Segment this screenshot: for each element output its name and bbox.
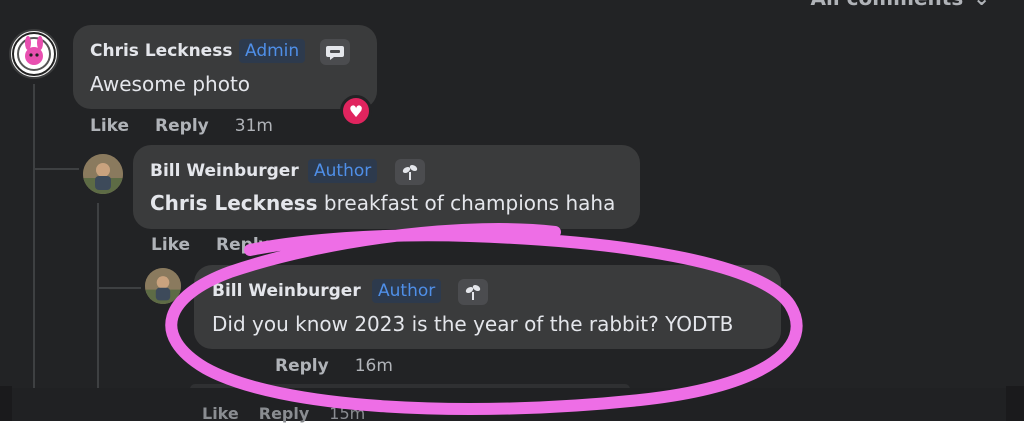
comment-timestamp[interactable]: 30m: [296, 235, 334, 255]
like-button[interactable]: Like: [90, 116, 129, 136]
frame-edge: [0, 386, 12, 421]
like-button[interactable]: Like: [202, 404, 239, 423]
comment-text: Did you know 2023 is the year of the rab…: [212, 312, 734, 336]
comment-bubble: Bill Weinburger Author Did you know 2023…: [194, 265, 781, 349]
comment-author-name[interactable]: Chris Leckness: [90, 41, 232, 61]
avatar[interactable]: [9, 29, 59, 79]
chevron-down-icon: ⌄: [973, 0, 990, 10]
comment-actions: Reply 16m: [275, 356, 393, 376]
rabbit-avatar-icon: [12, 32, 56, 76]
admin-badge: Admin: [239, 39, 306, 63]
comment-author-name[interactable]: Bill Weinburger: [150, 161, 299, 181]
author-badge: Author: [372, 279, 442, 303]
comment-sort-dropdown[interactable]: All comments ⌄: [811, 0, 990, 10]
user-photo-icon: [83, 154, 123, 194]
chat-bubble-icon: [320, 39, 350, 65]
comment-timestamp[interactable]: 15m: [329, 404, 365, 423]
reply-button[interactable]: Reply: [216, 235, 270, 255]
author-badge: Author: [308, 159, 378, 183]
comment-text: Chris Leckness breakfast of champions ha…: [150, 191, 615, 215]
comment-body: breakfast of champions haha: [317, 191, 616, 215]
avatar[interactable]: [145, 268, 181, 304]
reply-button[interactable]: Reply: [275, 356, 329, 376]
comment-actions: Like Reply 31m: [90, 116, 273, 136]
cropped-comment-row: Like Reply 15m: [12, 388, 1006, 423]
comment-text: Awesome photo: [90, 72, 251, 96]
comment-bubble: Chris Leckness Admin Awesome photo: [73, 25, 377, 109]
mention-link[interactable]: Chris Leckness: [150, 191, 318, 215]
thread-connector: [97, 287, 141, 289]
comment-timestamp[interactable]: 16m: [355, 356, 393, 376]
avatar[interactable]: [83, 154, 123, 194]
comment-thread-screen: All comments ⌄ Chris Leckness Admin Awes…: [0, 0, 1024, 388]
thread-line: [33, 84, 35, 388]
reply-button[interactable]: Reply: [155, 116, 209, 136]
frame-edge: [1006, 386, 1024, 421]
reply-button[interactable]: Reply: [259, 404, 310, 423]
thread-connector: [33, 168, 79, 170]
like-button[interactable]: Like: [151, 235, 190, 255]
thread-line: [97, 203, 99, 388]
comment-author-name[interactable]: Bill Weinburger: [212, 281, 361, 301]
user-photo-icon: [145, 268, 181, 304]
comment-timestamp[interactable]: 31m: [235, 116, 273, 136]
sort-label: All comments: [811, 0, 964, 10]
comment-actions: Like Reply 15m: [202, 404, 365, 423]
comment-bubble: Bill Weinburger Author Chris Leckness br…: [133, 145, 640, 229]
heart-icon[interactable]: ♥: [340, 95, 372, 127]
comment-actions: Like Reply 30m: [151, 235, 334, 255]
sprout-icon: [458, 279, 488, 305]
sprout-icon: [395, 159, 425, 185]
